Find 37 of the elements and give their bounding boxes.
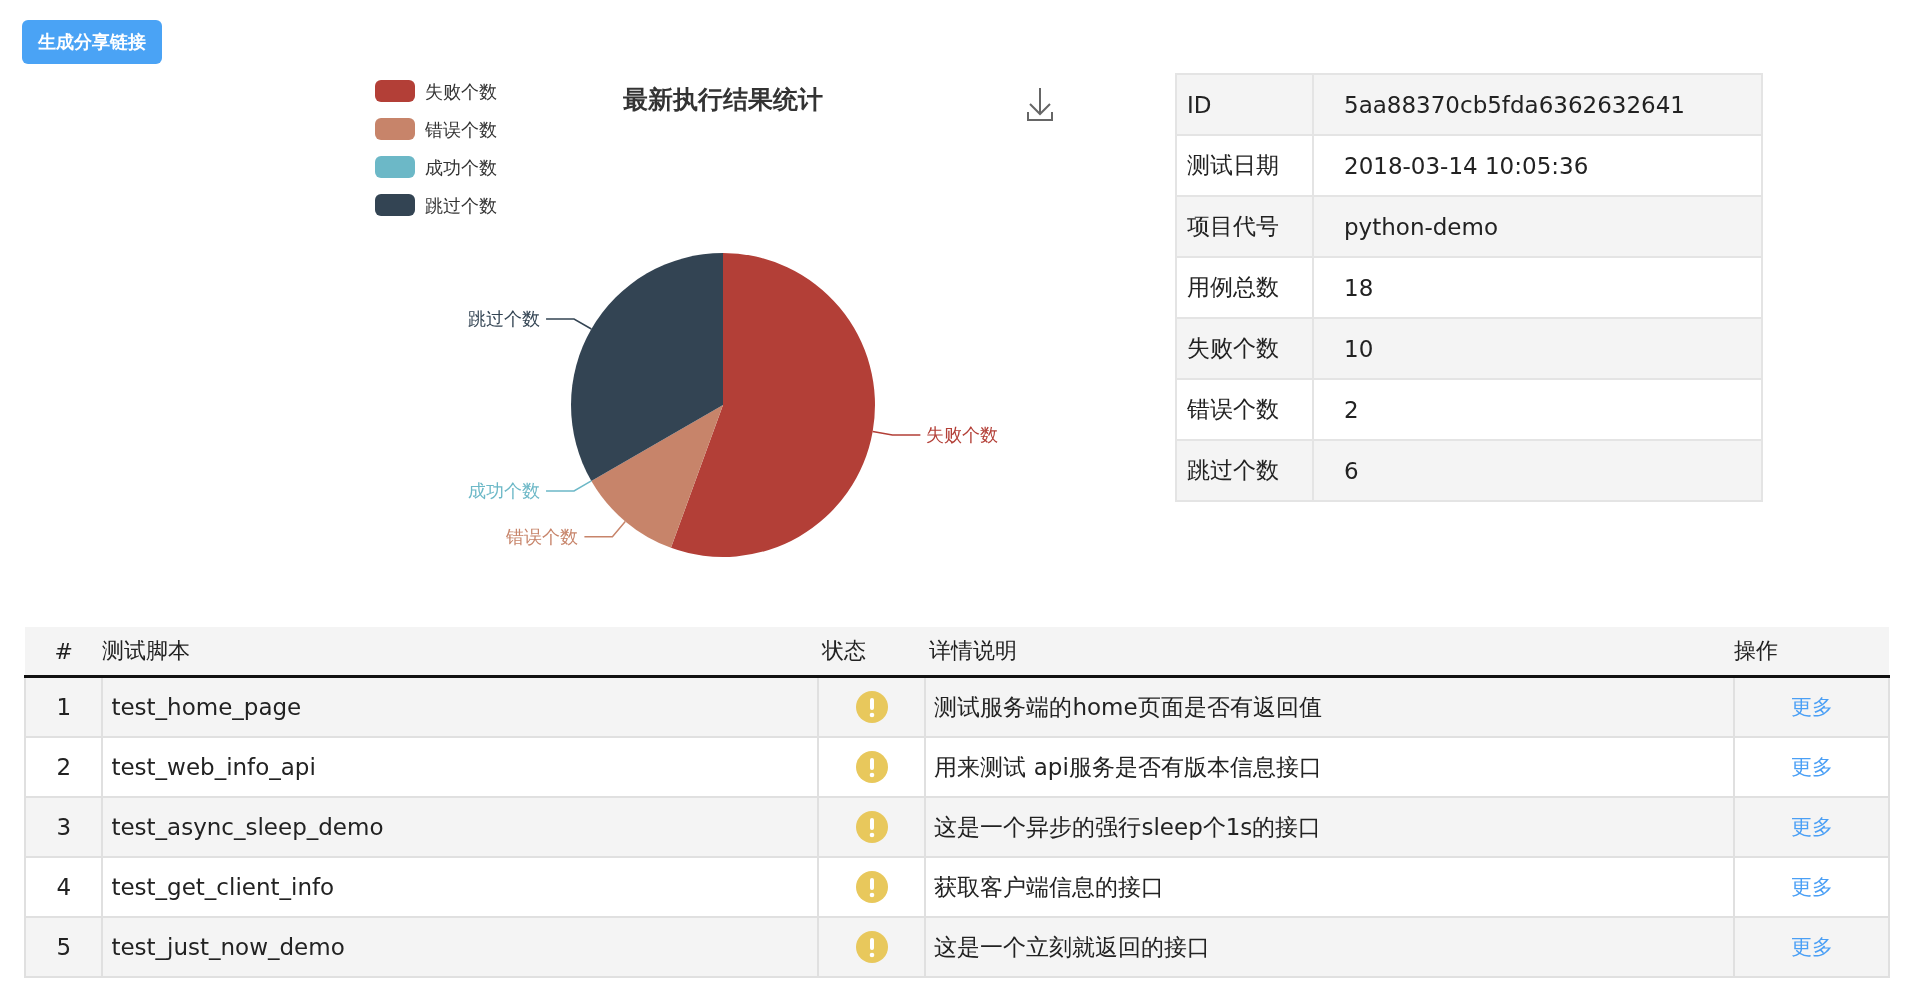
chart-title: 最新执行结果统计 — [623, 85, 823, 114]
column-header: 状态 — [818, 627, 926, 677]
download-icon — [1027, 87, 1053, 121]
column-header: # — [25, 627, 103, 677]
leader-line — [545, 480, 593, 492]
warning-icon — [855, 751, 888, 783]
legend-label: 跳过个数 — [425, 195, 497, 216]
warning-icon — [855, 691, 888, 723]
warning-icon — [855, 871, 888, 903]
leader-line — [545, 318, 593, 330]
info-label: 跳过个数 — [1176, 440, 1313, 501]
leader-line — [583, 520, 626, 538]
more-link[interactable]: 更多 — [1790, 695, 1833, 719]
warning-icon — [855, 931, 888, 963]
more-link[interactable]: 更多 — [1790, 755, 1833, 779]
share-link-button[interactable]: 生成分享链接 — [22, 20, 162, 64]
table-cell: 这是一个立刻就返回的接口 — [925, 917, 1735, 977]
column-header: 详情说明 — [925, 627, 1735, 677]
more-link[interactable]: 更多 — [1790, 875, 1833, 899]
more-link[interactable]: 更多 — [1790, 935, 1833, 959]
more-link[interactable]: 更多 — [1790, 815, 1833, 839]
slice-label: 失败个数 — [926, 423, 999, 445]
legend-label: 成功个数 — [425, 157, 497, 178]
column-header: 测试脚本 — [102, 627, 819, 677]
info-label: ID — [1176, 74, 1313, 135]
leader-line — [871, 430, 922, 436]
legend-label: 错误个数 — [425, 119, 497, 140]
table-cell: 5 — [25, 917, 103, 977]
info-value: 6 — [1313, 440, 1762, 501]
slice-label: 成功个数 — [468, 479, 541, 501]
table-cell: test_just_now_demo — [102, 917, 819, 977]
column-header: 操作 — [1734, 627, 1889, 677]
slice-label: 跳过个数 — [468, 308, 541, 329]
info-value: 5aa88370cb5fda6362632641 — [1313, 74, 1762, 135]
legend-label: 失败个数 — [425, 81, 497, 102]
slice-label: 错误个数 — [506, 525, 579, 547]
warning-icon — [855, 811, 888, 843]
